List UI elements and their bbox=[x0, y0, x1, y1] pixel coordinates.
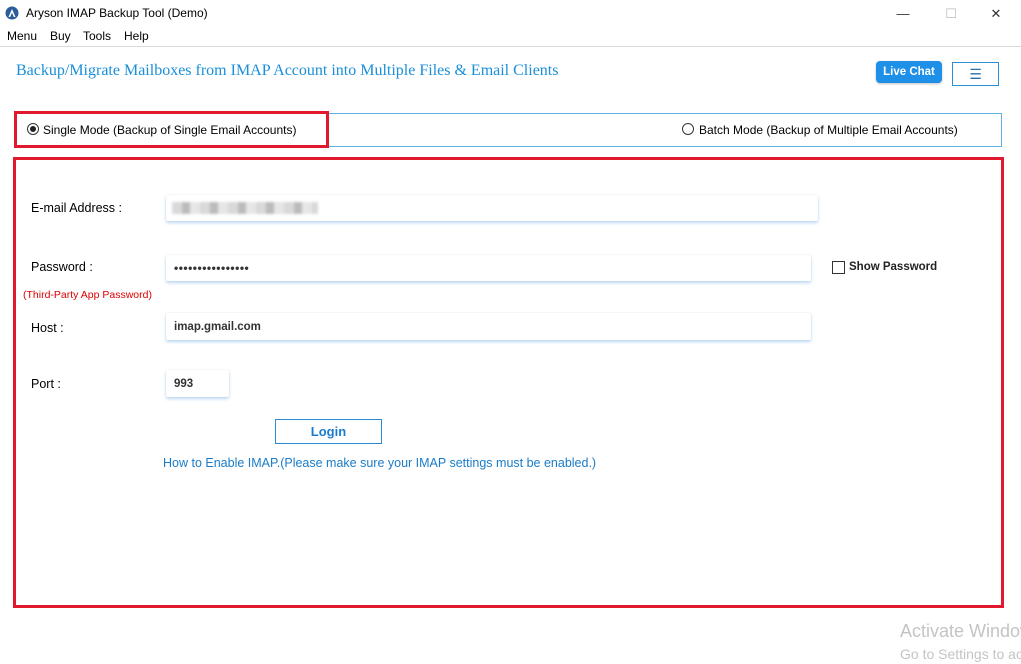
host-input[interactable]: imap.gmail.com bbox=[166, 313, 811, 340]
menu-item-menu[interactable]: Menu bbox=[7, 29, 37, 43]
single-mode-label[interactable]: Single Mode (Backup of Single Email Acco… bbox=[43, 123, 296, 137]
password-label: Password : bbox=[31, 260, 93, 274]
host-value: imap.gmail.com bbox=[174, 320, 261, 333]
batch-mode-label[interactable]: Batch Mode (Backup of Multiple Email Acc… bbox=[699, 123, 958, 137]
batch-mode-radio[interactable] bbox=[682, 123, 694, 135]
port-value: 993 bbox=[174, 377, 194, 390]
login-button[interactable]: Login bbox=[275, 419, 382, 444]
minimize-button[interactable]: — bbox=[880, 0, 926, 27]
host-label: Host : bbox=[31, 321, 64, 335]
activate-windows-subtext: Go to Settings to activate Windows. bbox=[900, 646, 1021, 662]
maximize-button[interactable]: ☐ bbox=[928, 0, 974, 27]
show-password-label[interactable]: Show Password bbox=[849, 261, 937, 273]
password-hint: (Third-Party App Password) bbox=[23, 289, 152, 301]
email-label: E-mail Address : bbox=[31, 201, 123, 215]
show-password-checkbox[interactable] bbox=[832, 261, 845, 274]
single-mode-radio[interactable] bbox=[27, 123, 39, 135]
live-chat-button[interactable]: Live Chat bbox=[876, 61, 942, 83]
activation-watermark: Activate Windows Go to Settings to activ… bbox=[0, 600, 1021, 664]
enable-imap-help-link[interactable]: How to Enable IMAP.(Please make sure you… bbox=[163, 456, 596, 470]
email-input[interactable] bbox=[166, 195, 818, 221]
port-label: Port : bbox=[31, 377, 61, 391]
close-button[interactable]: ✕ bbox=[973, 0, 1019, 27]
title-bar: Aryson IMAP Backup Tool (Demo) — ☐ ✕ bbox=[0, 0, 1021, 27]
menu-bar: Menu Buy Tools Help bbox=[0, 27, 1021, 47]
window-title: Aryson IMAP Backup Tool (Demo) bbox=[26, 6, 208, 20]
password-input[interactable]: •••••••••••••••• bbox=[166, 255, 811, 281]
login-form-panel bbox=[13, 157, 1004, 608]
redacted-email bbox=[172, 202, 318, 214]
menu-toggle-button[interactable]: ☰ bbox=[952, 62, 999, 86]
menu-item-tools[interactable]: Tools bbox=[83, 29, 111, 43]
page-title: Backup/Migrate Mailboxes from IMAP Accou… bbox=[16, 62, 559, 79]
port-input[interactable]: 993 bbox=[166, 370, 229, 397]
activate-windows-heading: Activate Windows bbox=[900, 621, 1021, 641]
password-value: •••••••••••••••• bbox=[174, 261, 250, 275]
app-logo-icon bbox=[5, 6, 19, 20]
menu-item-help[interactable]: Help bbox=[124, 29, 149, 43]
menu-item-buy[interactable]: Buy bbox=[50, 29, 71, 43]
hamburger-icon: ☰ bbox=[969, 65, 982, 82]
